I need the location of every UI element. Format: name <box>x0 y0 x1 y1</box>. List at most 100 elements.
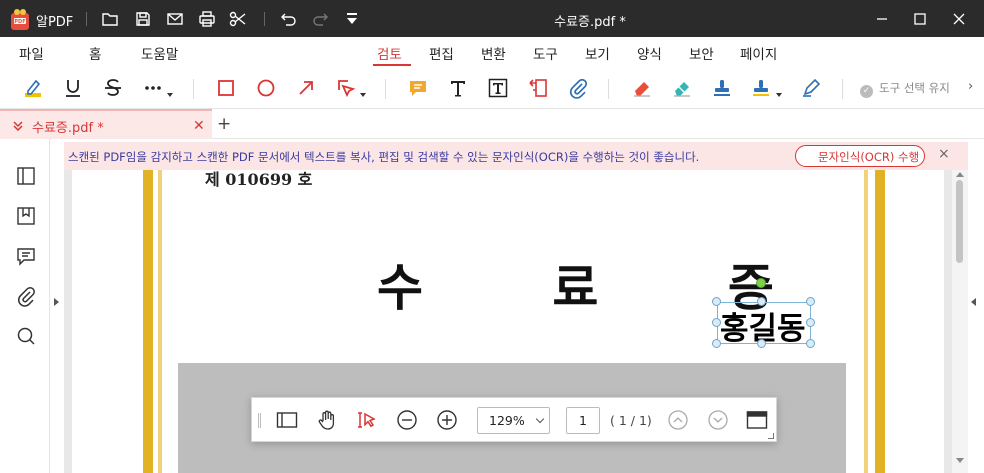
eraser-icon[interactable] <box>631 77 653 99</box>
close-icon[interactable] <box>949 9 969 29</box>
document-tab-bar: 수료증.pdf * ✕ + <box>0 109 984 139</box>
resize-corner-icon[interactable] <box>768 433 774 439</box>
window-title: 수료증.pdf * <box>554 15 626 30</box>
zoom-level-select[interactable]: 129% <box>477 407 550 434</box>
panel-icon[interactable] <box>15 165 37 187</box>
shapes-caret[interactable] <box>360 93 366 97</box>
next-page-icon[interactable] <box>707 409 729 431</box>
vertical-scrollbar[interactable] <box>952 170 968 473</box>
chevron-down-icon <box>535 414 545 424</box>
search-icon[interactable] <box>15 325 37 347</box>
tab-pages[interactable]: 페이지 <box>740 43 777 63</box>
toolbar-divider <box>193 79 194 99</box>
check-icon: ✓ <box>860 85 873 98</box>
resize-handle[interactable] <box>806 339 815 348</box>
new-tab-button[interactable]: + <box>217 114 231 134</box>
tab-view[interactable]: 보기 <box>585 43 610 63</box>
select-tool-icon[interactable] <box>356 409 378 431</box>
highlight-icon[interactable] <box>22 77 44 99</box>
rectangle-icon[interactable] <box>215 77 237 99</box>
page-number-input[interactable]: 1 <box>566 407 600 434</box>
rotation-handle[interactable] <box>756 278 766 288</box>
zoom-in-icon[interactable] <box>436 409 458 431</box>
tab-convert[interactable]: 변환 <box>481 43 506 63</box>
hand-tool-icon[interactable] <box>316 409 338 431</box>
zoom-level-value: 129% <box>489 413 525 428</box>
floating-view-toolbar: 129% 1 ( 1 / 1) <box>251 397 777 442</box>
drag-handle[interactable] <box>258 413 261 428</box>
scrollbar-thumb[interactable] <box>956 180 963 263</box>
left-sidebar <box>0 139 50 473</box>
resize-handle[interactable] <box>806 318 815 327</box>
page-border-decoration <box>143 170 153 473</box>
text-icon[interactable] <box>447 77 469 99</box>
resize-handle[interactable] <box>757 297 766 306</box>
page-border-decoration <box>864 170 868 473</box>
more-text-markup-icon[interactable] <box>142 77 164 99</box>
chevron-down-icon[interactable] <box>12 119 24 131</box>
comment-icon[interactable] <box>15 245 37 267</box>
active-tab-indicator <box>373 64 411 66</box>
document-tab[interactable]: 수료증.pdf * ✕ <box>0 109 212 139</box>
document-tab-label: 수료증.pdf * <box>32 121 104 136</box>
run-ocr-label: 문자인식(OCR) 수행 <box>818 150 920 164</box>
fit-page-icon[interactable] <box>746 409 768 431</box>
more-markup-caret[interactable] <box>167 93 173 97</box>
page-border-decoration <box>875 170 885 473</box>
bookmark-icon[interactable] <box>15 205 37 227</box>
resize-handle[interactable] <box>806 297 815 306</box>
tab-security[interactable]: 보안 <box>689 43 714 63</box>
stamp-color-icon[interactable] <box>750 77 772 99</box>
strikethrough-icon[interactable] <box>102 77 124 99</box>
callout-icon[interactable] <box>527 77 549 99</box>
close-banner-icon[interactable]: × <box>938 146 950 162</box>
minimize-icon[interactable] <box>872 9 892 29</box>
maximize-icon[interactable] <box>910 9 930 29</box>
title-bar: PDF 알PDF 수료증.pdf * <box>0 0 984 37</box>
menu-help[interactable]: 도움말 <box>141 43 178 63</box>
pen-icon[interactable] <box>800 77 822 99</box>
toolbar-divider <box>842 79 843 99</box>
menu-file[interactable]: 파일 <box>19 43 44 63</box>
menu-home[interactable]: 홈 <box>89 43 101 63</box>
ellipse-icon[interactable] <box>255 77 277 99</box>
eraser-alt-icon[interactable] <box>671 77 693 99</box>
keep-tool-selected-toggle[interactable]: ✓ 도구 선택 유지 <box>860 80 950 98</box>
close-tab-icon[interactable]: ✕ <box>193 118 205 134</box>
attachment-icon[interactable] <box>567 77 589 99</box>
sidebar-toggle-icon[interactable] <box>276 409 298 431</box>
toolbar-divider <box>385 79 386 99</box>
scroll-down-icon[interactable] <box>956 458 964 463</box>
resize-handle[interactable] <box>712 318 721 327</box>
resize-handle[interactable] <box>757 339 766 348</box>
shapes-icon[interactable] <box>334 77 356 99</box>
note-icon[interactable] <box>407 77 429 99</box>
attachment-icon[interactable] <box>15 285 37 307</box>
stamp-caret[interactable] <box>776 93 782 97</box>
run-ocr-button[interactable]: 문자인식(OCR) 수행 <box>795 145 925 167</box>
textbox-icon[interactable] <box>487 77 509 99</box>
resize-handle[interactable] <box>712 297 721 306</box>
resize-handle[interactable] <box>712 339 721 348</box>
tab-review[interactable]: 검토 <box>377 43 402 63</box>
toolbar-scroll-right-icon[interactable]: › <box>968 79 973 94</box>
ocr-notice-banner: 스캔된 PDF임을 감지하고 스캔한 PDF 문서에서 텍스트를 복사, 편집 … <box>64 142 968 170</box>
expand-right-panel-icon[interactable] <box>971 298 976 306</box>
toolbar-divider <box>608 79 609 99</box>
menu-bar: 파일 홈 도움말 검토 편집 변환 도구 보기 양식 보안 페이지 <box>0 37 984 67</box>
review-toolbar: ✓ 도구 선택 유지 › <box>0 67 984 109</box>
previous-page-icon[interactable] <box>667 409 689 431</box>
zoom-out-icon[interactable] <box>396 409 418 431</box>
arrow-icon[interactable] <box>295 77 317 99</box>
ocr-notice-message: 스캔된 PDF임을 감지하고 스캔한 PDF 문서에서 텍스트를 복사, 편집 … <box>68 150 700 164</box>
page-count: ( 1 / 1) <box>610 413 652 428</box>
tab-tools[interactable]: 도구 <box>533 43 558 63</box>
tab-edit[interactable]: 편집 <box>429 43 454 63</box>
stamp-icon[interactable] <box>711 77 733 99</box>
expand-left-panel-icon[interactable] <box>54 298 59 306</box>
signature-annotation[interactable]: 홍길동 <box>717 302 811 347</box>
page-border-decoration <box>158 170 162 473</box>
tab-forms[interactable]: 양식 <box>637 43 662 63</box>
underline-icon[interactable] <box>62 77 84 99</box>
scroll-up-icon[interactable] <box>956 172 964 177</box>
